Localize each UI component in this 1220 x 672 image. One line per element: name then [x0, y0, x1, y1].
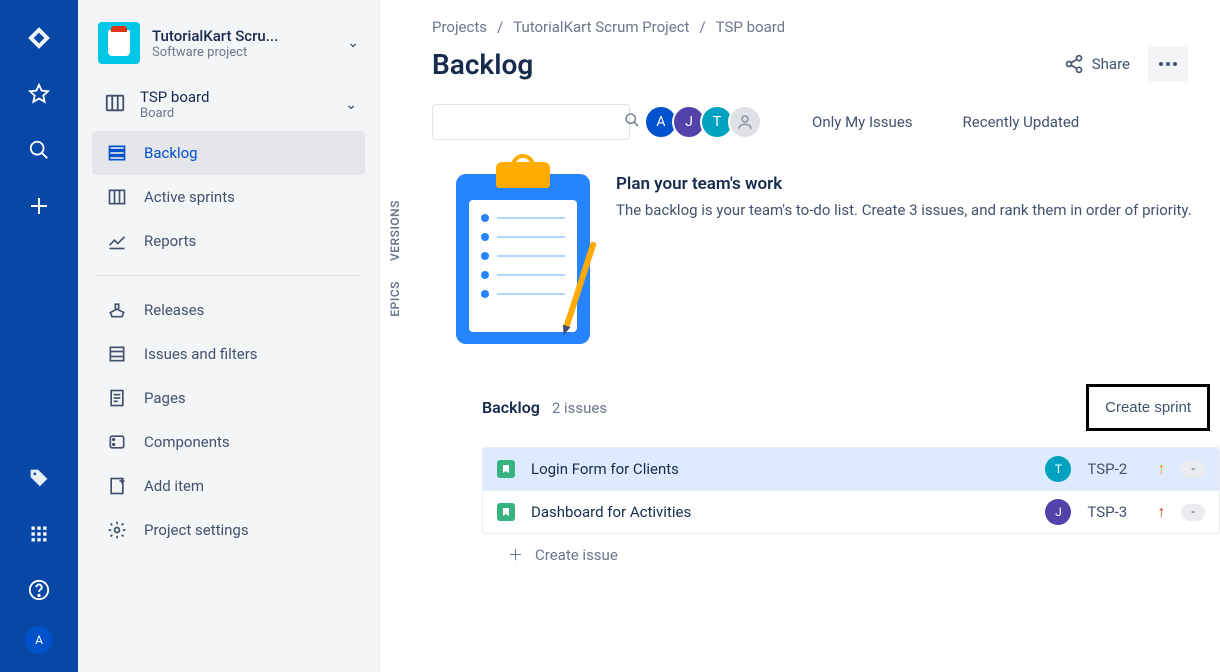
create-issue-button[interactable]: ＋ Create issue [482, 534, 1220, 575]
columns-icon [106, 187, 128, 207]
project-subtitle: Software project [152, 45, 335, 60]
toolbar: A J T Only My Issues Recently Updated [432, 104, 1220, 140]
tag-icon[interactable] [19, 458, 59, 498]
sidebar-item-label: Pages [144, 389, 186, 407]
page-title: Backlog [432, 48, 1064, 81]
user-avatar[interactable]: A [25, 626, 53, 654]
search-icon [624, 112, 640, 132]
board-subtitle: Board [140, 106, 331, 121]
page-icon [106, 388, 128, 408]
epics-tab[interactable]: EPICS [388, 281, 402, 317]
create-sprint-highlight: Create sprint [1086, 384, 1210, 431]
jira-logo-icon[interactable] [19, 18, 59, 58]
sidebar-item-pages[interactable]: Pages [92, 376, 365, 420]
project-sidebar: TutorialKart Scru... Software project ⌄ … [78, 0, 380, 672]
sidebar-item-label: Issues and filters [144, 345, 258, 363]
plus-icon[interactable] [19, 186, 59, 226]
search-icon[interactable] [19, 130, 59, 170]
priority-high-icon: ↑ [1157, 502, 1165, 522]
help-icon[interactable] [19, 570, 59, 610]
assignee-avatars: A J T [650, 105, 762, 139]
project-header[interactable]: TutorialKart Scru... Software project ⌄ [92, 18, 365, 78]
sidebar-item-label: Add item [144, 477, 204, 495]
search-box[interactable] [432, 104, 630, 140]
sidebar-item-backlog[interactable]: Backlog [92, 131, 365, 175]
breadcrumb-link[interactable]: TSP board [716, 18, 785, 36]
issue-row[interactable]: Login Form for Clients T TSP-2 ↑ - [483, 448, 1219, 491]
recently-updated-filter[interactable]: Recently Updated [963, 113, 1080, 131]
global-rail: A [0, 0, 78, 672]
share-button[interactable]: Share [1064, 54, 1130, 74]
priority-medium-icon: ↑ [1157, 459, 1165, 479]
board-name: TSP board [140, 88, 331, 106]
board-header[interactable]: TSP board Board ⌄ [92, 78, 365, 131]
backlog-count: 2 issues [552, 399, 607, 417]
apps-icon[interactable] [19, 514, 59, 554]
breadcrumb-link[interactable]: TutorialKart Scrum Project [513, 18, 689, 36]
plan-heading: Plan your team's work [616, 174, 1192, 194]
sidebar-item-active-sprints[interactable]: Active sprints [92, 175, 365, 219]
share-icon [1064, 54, 1084, 74]
issue-list: Login Form for Clients T TSP-2 ↑ - Dashb… [482, 447, 1220, 534]
estimate-badge: - [1181, 461, 1205, 478]
more-icon [1158, 61, 1178, 67]
sidebar-item-label: Project settings [144, 521, 249, 539]
sidebar-item-label: Components [144, 433, 230, 451]
sidebar-item-add-item[interactable]: Add item [92, 464, 365, 508]
sidebar-item-label: Reports [144, 232, 196, 250]
assignee-avatar[interactable]: T [1045, 456, 1071, 482]
search-input[interactable] [443, 114, 624, 130]
story-icon [497, 460, 515, 478]
sidebar-item-project-settings[interactable]: Project settings [92, 508, 365, 552]
issue-summary: Dashboard for Activities [531, 503, 1029, 521]
breadcrumb: Projects / TutorialKart Scrum Project / … [432, 18, 1220, 36]
sidebar-item-label: Active sprints [144, 188, 235, 206]
sidebar-item-issues-filters[interactable]: Issues and filters [92, 332, 365, 376]
ship-icon [106, 300, 128, 320]
issue-row[interactable]: Dashboard for Activities J TSP-3 ↑ - [483, 491, 1219, 533]
board-icon [104, 92, 126, 118]
sidebar-divider [96, 275, 361, 276]
clipboard-illustration-icon [456, 174, 590, 344]
more-button[interactable] [1148, 46, 1188, 82]
create-sprint-button[interactable]: Create sprint [1093, 393, 1203, 422]
main-content: Projects / TutorialKart Scrum Project / … [380, 0, 1220, 672]
add-avatar-button[interactable] [728, 105, 762, 139]
plan-body: The backlog is your team's to-do list. C… [616, 200, 1192, 222]
add-page-icon [106, 476, 128, 496]
component-icon [106, 432, 128, 452]
estimate-badge: - [1181, 504, 1205, 521]
project-name: TutorialKart Scru... [152, 27, 335, 45]
backlog-icon [106, 143, 128, 163]
plus-icon: ＋ [508, 544, 523, 565]
star-icon[interactable] [19, 74, 59, 114]
versions-tab[interactable]: VERSIONS [388, 200, 402, 261]
gear-icon [106, 520, 128, 540]
issue-key[interactable]: TSP-2 [1087, 460, 1141, 478]
backlog-title: Backlog [482, 398, 540, 417]
sidebar-item-components[interactable]: Components [92, 420, 365, 464]
story-icon [497, 503, 515, 521]
backlog-section: Backlog 2 issues Create sprint Login For… [482, 384, 1220, 575]
chevron-down-icon: ⌄ [345, 97, 357, 113]
sidebar-item-label: Releases [144, 301, 204, 319]
only-my-issues-filter[interactable]: Only My Issues [812, 113, 913, 131]
issue-key[interactable]: TSP-3 [1087, 503, 1141, 521]
chevron-down-icon: ⌄ [347, 35, 359, 51]
breadcrumb-link[interactable]: Projects [432, 18, 487, 36]
assignee-avatar[interactable]: J [1045, 499, 1071, 525]
issue-summary: Login Form for Clients [531, 460, 1029, 478]
sidebar-item-releases[interactable]: Releases [92, 288, 365, 332]
plan-banner: Plan your team's work The backlog is you… [456, 174, 1220, 344]
issues-icon [106, 344, 128, 364]
project-avatar-icon [98, 22, 140, 64]
sidebar-item-reports[interactable]: Reports [92, 219, 365, 263]
chart-icon [106, 231, 128, 251]
sidebar-item-label: Backlog [144, 144, 198, 162]
